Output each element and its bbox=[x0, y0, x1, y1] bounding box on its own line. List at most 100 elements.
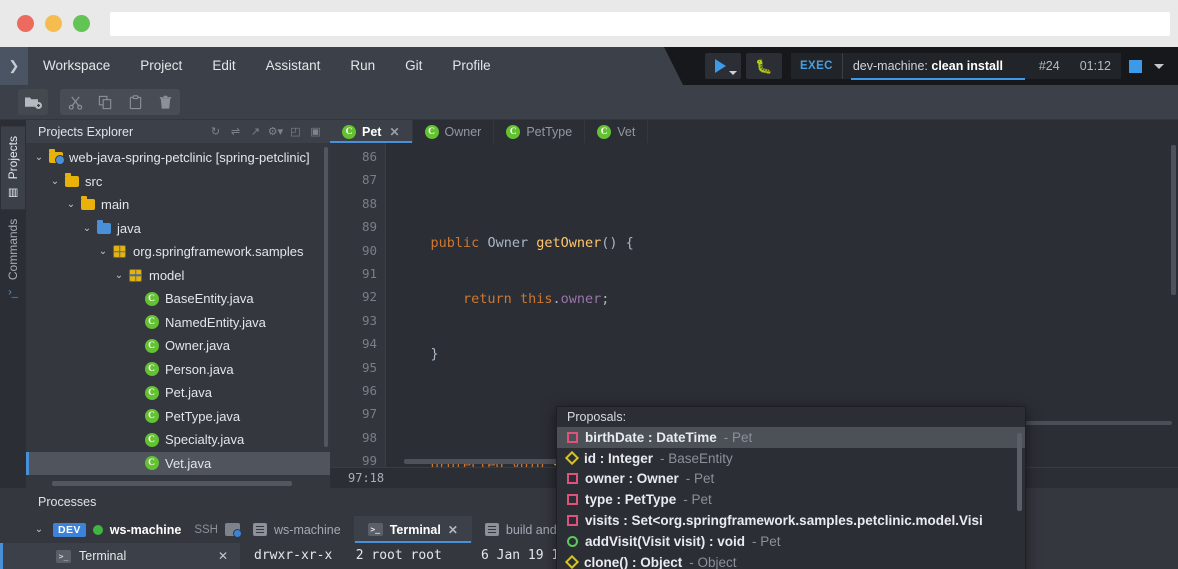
debug-button[interactable]: 🐛 bbox=[745, 53, 782, 79]
ssh-terminal-icon[interactable] bbox=[225, 523, 242, 538]
proposal-item[interactable]: visits : Set<org.springframework.samples… bbox=[557, 510, 1025, 531]
proposal-signature: type : PetType bbox=[585, 492, 677, 508]
process-tab-ws-machine[interactable]: ws-machine bbox=[240, 516, 355, 543]
close-icon[interactable]: ✕ bbox=[389, 125, 399, 139]
tree-item-java[interactable]: ⌄ java bbox=[26, 217, 330, 241]
new-folder-button[interactable] bbox=[18, 89, 48, 115]
process-child-terminal[interactable]: >_ Terminal ✕ bbox=[0, 543, 240, 569]
tree-item-file[interactable]: C NamedEntity.java bbox=[26, 311, 330, 335]
cut-button[interactable] bbox=[60, 89, 90, 115]
chevron-down-icon[interactable]: ⌄ bbox=[48, 176, 62, 187]
refresh-icon[interactable]: ↻ bbox=[207, 123, 224, 140]
rail-tab-label: Projects bbox=[6, 136, 20, 180]
ide-window: ❯ Workspace Project Edit Assistant Run G… bbox=[0, 47, 1178, 569]
tree-item-file[interactable]: C Specialty.java bbox=[26, 428, 330, 452]
explorer-vertical-scrollbar[interactable] bbox=[324, 147, 328, 447]
chevron-down-icon[interactable]: ⌄ bbox=[96, 246, 110, 257]
exec-target-prefix: dev-machine: bbox=[852, 59, 932, 73]
chevron-down-icon[interactable] bbox=[728, 71, 737, 75]
process-tab-terminal[interactable]: >_ Terminal ✕ bbox=[354, 516, 472, 543]
secondary-toolbar bbox=[0, 85, 1178, 120]
menu-item-edit[interactable]: Edit bbox=[197, 47, 250, 85]
tree-item-label: src bbox=[85, 173, 103, 189]
maximize-icon[interactable]: ▣ bbox=[307, 123, 324, 140]
proposal-item[interactable]: type : PetType - Pet bbox=[557, 489, 1025, 510]
copy-button[interactable] bbox=[90, 89, 120, 115]
zoom-window-button[interactable] bbox=[73, 15, 90, 32]
tree-item-file[interactable]: C Person.java bbox=[26, 358, 330, 382]
menu-item-run[interactable]: Run bbox=[335, 47, 390, 85]
tab-pettype[interactable]: C PetType bbox=[494, 120, 586, 143]
proposals-scrollbar[interactable] bbox=[1017, 433, 1022, 511]
proposal-item[interactable]: owner : Owner - Pet bbox=[557, 469, 1025, 490]
terminal-icon: >_ bbox=[367, 523, 383, 536]
tree-item-package-org[interactable]: ⌄ org.springframework.samples bbox=[26, 240, 330, 264]
sidebar-item-commands[interactable]: ›_ Commands bbox=[1, 209, 25, 307]
line-number: 90 bbox=[361, 242, 377, 258]
tree-item-package-model[interactable]: ⌄ model bbox=[26, 264, 330, 288]
run-button[interactable] bbox=[704, 53, 741, 79]
tree-item-main[interactable]: ⌄ main bbox=[26, 193, 330, 217]
tree-item-file[interactable]: C BaseEntity.java bbox=[26, 287, 330, 311]
tree-item-file-selected[interactable]: C Vet.java bbox=[26, 451, 330, 475]
tree-item-file[interactable]: C Owner.java bbox=[26, 334, 330, 358]
menu-item-project[interactable]: Project bbox=[125, 47, 197, 85]
menu-item-git[interactable]: Git bbox=[390, 47, 437, 85]
proposal-item[interactable]: addVisit(Visit visit) : void - Pet bbox=[557, 531, 1025, 552]
address-bar[interactable] bbox=[110, 12, 1170, 36]
menu-item-assistant[interactable]: Assistant bbox=[251, 47, 336, 85]
proposal-item[interactable]: clone() : Object - Object bbox=[557, 552, 1025, 569]
tree-item-label: web-java-spring-petclinic [spring-petcli… bbox=[69, 150, 310, 166]
exec-status-chip[interactable]: EXEC dev-machine: clean install #24 01:1… bbox=[790, 53, 1121, 80]
tree-item-file[interactable]: C Pet.java bbox=[26, 381, 330, 405]
tree-item-file[interactable]: C PetType.java bbox=[26, 405, 330, 429]
window-controls bbox=[17, 15, 90, 32]
menu-item-workspace[interactable]: Workspace bbox=[28, 47, 125, 85]
machine-row[interactable]: ⌄ DEV ws-machine SSH bbox=[0, 516, 242, 543]
line-number: 86 bbox=[361, 149, 377, 164]
java-class-icon: C bbox=[142, 456, 161, 471]
chevron-right-icon[interactable]: ❯ bbox=[0, 47, 28, 85]
chevron-down-icon[interactable]: ⌄ bbox=[112, 270, 126, 281]
link-editor-icon[interactable]: ⇌ bbox=[227, 123, 244, 140]
close-icon[interactable]: ✕ bbox=[448, 523, 458, 537]
paste-button[interactable] bbox=[120, 89, 150, 115]
collapse-all-icon[interactable]: ↗ bbox=[247, 123, 264, 140]
run-toolbar: 🐛 EXEC dev-machine: clean install #24 01… bbox=[663, 47, 1178, 85]
property-icon bbox=[564, 555, 580, 569]
document-icon bbox=[253, 523, 267, 536]
code-completion-popup[interactable]: Proposals: birthDate : DateTime - Pet id… bbox=[556, 406, 1026, 569]
delete-button[interactable] bbox=[150, 89, 180, 115]
stop-square-icon[interactable] bbox=[1129, 59, 1142, 73]
explorer-horizontal-scrollbar[interactable] bbox=[52, 481, 292, 486]
editor-vertical-scrollbar[interactable] bbox=[1171, 145, 1176, 295]
line-number: 96 bbox=[361, 382, 377, 398]
menu-item-profile[interactable]: Profile bbox=[437, 47, 505, 85]
proposal-item[interactable]: birthDate : DateTime - Pet bbox=[557, 427, 1025, 448]
chevron-down-icon[interactable]: ⌄ bbox=[80, 223, 94, 234]
chevron-down-icon[interactable]: ⌄ bbox=[32, 524, 46, 535]
gear-icon[interactable]: ⚙▾ bbox=[267, 123, 284, 140]
close-window-button[interactable] bbox=[17, 15, 34, 32]
java-class-icon: C bbox=[142, 362, 161, 377]
proposal-signature: id : Integer bbox=[584, 450, 654, 466]
sidebar-item-projects[interactable]: ▤ Projects bbox=[1, 126, 25, 210]
tab-pet[interactable]: C Pet ✕ bbox=[330, 120, 413, 143]
proposal-signature: clone() : Object bbox=[584, 554, 683, 569]
tree-item-src[interactable]: ⌄ src bbox=[26, 170, 330, 194]
tree-item-project[interactable]: ⌄ web-java-spring-petclinic [spring-petc… bbox=[26, 146, 330, 170]
tab-label: Vet bbox=[617, 124, 636, 139]
tab-owner[interactable]: C Owner bbox=[413, 120, 495, 143]
minimize-window-button[interactable] bbox=[45, 15, 62, 32]
proposal-item[interactable]: id : Integer - BaseEntity bbox=[557, 448, 1025, 469]
structure-icon: ▤ bbox=[6, 187, 20, 200]
line-number: 95 bbox=[361, 359, 377, 375]
chevron-down-icon[interactable] bbox=[1154, 63, 1164, 69]
minimize-icon[interactable]: ◰ bbox=[287, 123, 304, 140]
chevron-down-icon[interactable]: ⌄ bbox=[64, 199, 78, 210]
tab-vet[interactable]: C Vet bbox=[585, 120, 649, 143]
close-icon[interactable]: ✕ bbox=[218, 549, 228, 563]
elapsed-time: 01:12 bbox=[1079, 59, 1111, 73]
menu-bar: ❯ Workspace Project Edit Assistant Run G… bbox=[0, 47, 1178, 85]
chevron-down-icon[interactable]: ⌄ bbox=[32, 152, 46, 163]
